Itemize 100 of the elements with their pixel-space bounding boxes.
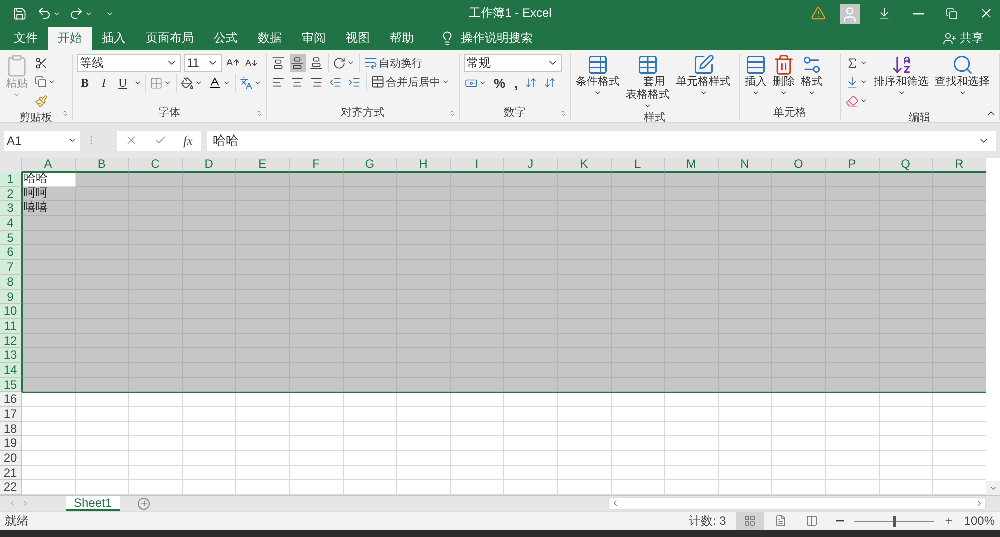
sheet-tab[interactable]: Sheet1: [66, 496, 120, 512]
ribbon-tab[interactable]: 插入: [92, 27, 136, 50]
font-style-button[interactable]: U: [115, 73, 131, 93]
ribbon-tab[interactable]: 审阅: [292, 27, 336, 50]
font-size-field[interactable]: 11: [184, 54, 222, 72]
table-cell: [933, 274, 986, 290]
row-header[interactable]: 22: [0, 480, 22, 496]
row-header[interactable]: 17: [0, 407, 22, 422]
caret-icon: [195, 79, 203, 87]
row-header[interactable]: 15: [0, 378, 22, 392]
table-cell: [22, 407, 76, 422]
column-header[interactable]: H: [397, 158, 451, 172]
insert-function-button[interactable]: fx: [184, 132, 193, 148]
formula-input[interactable]: 哈哈: [207, 130, 996, 150]
number-style-button[interactable]: ,: [512, 73, 522, 93]
add-sheet-button[interactable]: [138, 498, 150, 510]
row-header[interactable]: 8: [0, 274, 22, 290]
row-header[interactable]: 12: [0, 334, 22, 348]
view-button[interactable]: [736, 512, 764, 530]
number-style-button[interactable]: %: [491, 73, 509, 93]
table-cell: [612, 172, 666, 187]
ribbon-button[interactable]: 插入: [744, 54, 768, 97]
zoom-in-icon[interactable]: [944, 516, 954, 526]
row-header[interactable]: 3: [0, 201, 22, 216]
dialog-launcher-icon[interactable]: [449, 110, 456, 117]
ribbon-button[interactable]: 查找和选择: [934, 54, 991, 97]
column-header[interactable]: N: [718, 158, 772, 172]
column-header[interactable]: B: [76, 158, 130, 172]
column-header[interactable]: C: [129, 158, 183, 172]
column-header[interactable]: D: [182, 158, 236, 172]
merge-center-button[interactable]: 合并后居中: [370, 73, 451, 91]
row-header[interactable]: 7: [0, 260, 22, 275]
share-button[interactable]: 共享: [937, 27, 990, 50]
row-header[interactable]: 19: [0, 436, 22, 452]
dialog-launcher-icon[interactable]: [560, 110, 567, 117]
row-header[interactable]: 4: [0, 216, 22, 231]
ribbon-tab[interactable]: 视图: [336, 27, 380, 50]
row-header[interactable]: 11: [0, 318, 22, 334]
ribbon-tab[interactable]: 开始: [48, 27, 92, 50]
column-header[interactable]: I: [450, 158, 504, 172]
dialog-launcher-icon[interactable]: [62, 110, 69, 117]
ribbon-tab[interactable]: 页面布局: [136, 27, 204, 50]
row-header[interactable]: 2: [0, 186, 22, 202]
column-header[interactable]: Q: [880, 158, 934, 172]
column-header[interactable]: E: [236, 158, 290, 172]
slider-thumb[interactable]: [893, 516, 896, 527]
caret-icon: [780, 89, 788, 97]
zoom-out-icon[interactable]: [836, 520, 844, 522]
table-cell: [76, 422, 130, 436]
copy-icon: [35, 76, 47, 88]
column-header[interactable]: O: [772, 158, 826, 172]
column-header[interactable]: P: [826, 158, 880, 172]
row-header[interactable]: 5: [0, 230, 22, 246]
row-header[interactable]: 13: [0, 348, 22, 363]
dialog-launcher-icon[interactable]: [256, 110, 263, 117]
row-header[interactable]: 1: [0, 172, 22, 187]
table-cell: [718, 378, 772, 392]
row-header[interactable]: 9: [0, 290, 22, 304]
ribbon-button[interactable]: 格式: [800, 54, 824, 97]
column-header[interactable]: L: [612, 158, 666, 172]
column-header[interactable]: K: [558, 158, 612, 172]
minimize-icon[interactable]: [912, 12, 924, 14]
horizontal-scrollbar[interactable]: [608, 497, 986, 510]
column-header[interactable]: M: [665, 158, 719, 172]
name-box[interactable]: A1: [4, 130, 80, 150]
tell-me-search[interactable]: 操作说明搜索: [434, 27, 539, 50]
ribbon-tab[interactable]: 公式: [204, 27, 248, 50]
column-header[interactable]: R: [933, 158, 986, 172]
user-avatar[interactable]: [840, 4, 860, 24]
row-header[interactable]: 16: [0, 392, 22, 407]
font-style-button[interactable]: I: [96, 73, 112, 93]
row-header[interactable]: 18: [0, 422, 22, 436]
row-header[interactable]: 10: [0, 304, 22, 319]
font-name-field[interactable]: 等线: [77, 54, 181, 72]
column-header[interactable]: F: [290, 158, 344, 172]
table-cell: [933, 245, 986, 260]
ribbon-button[interactable]: 排序和筛选: [873, 54, 930, 97]
column-header[interactable]: J: [504, 158, 558, 172]
number-format-field[interactable]: 常规: [464, 54, 562, 72]
table-cell: [718, 422, 772, 436]
table-cell: [397, 172, 451, 187]
row-header[interactable]: 21: [0, 466, 22, 480]
column-header[interactable]: G: [344, 158, 398, 172]
ribbon-tab[interactable]: 帮助: [380, 27, 424, 50]
table-cell: [450, 422, 504, 436]
ribbon-button[interactable]: 单元格样式: [675, 54, 732, 97]
ribbon-tab[interactable]: 文件: [4, 27, 48, 50]
row-header[interactable]: 20: [0, 451, 22, 466]
ribbon-tab[interactable]: 数据: [248, 27, 292, 50]
scroll-down-button[interactable]: [986, 481, 1000, 496]
font-style-button[interactable]: B: [77, 73, 93, 93]
ribbon-button[interactable]: 条件格式: [575, 54, 621, 97]
column-header[interactable]: A: [22, 158, 76, 172]
row-header[interactable]: 14: [0, 362, 22, 378]
ribbon-button[interactable]: 套用表格格式: [625, 54, 671, 110]
ribbon-button[interactable]: 删除: [772, 54, 796, 97]
wrap-text-button[interactable]: 自动换行: [363, 54, 424, 72]
table-cell: [129, 378, 183, 392]
vertical-align-button[interactable]: [290, 54, 306, 72]
row-header[interactable]: 6: [0, 245, 22, 260]
